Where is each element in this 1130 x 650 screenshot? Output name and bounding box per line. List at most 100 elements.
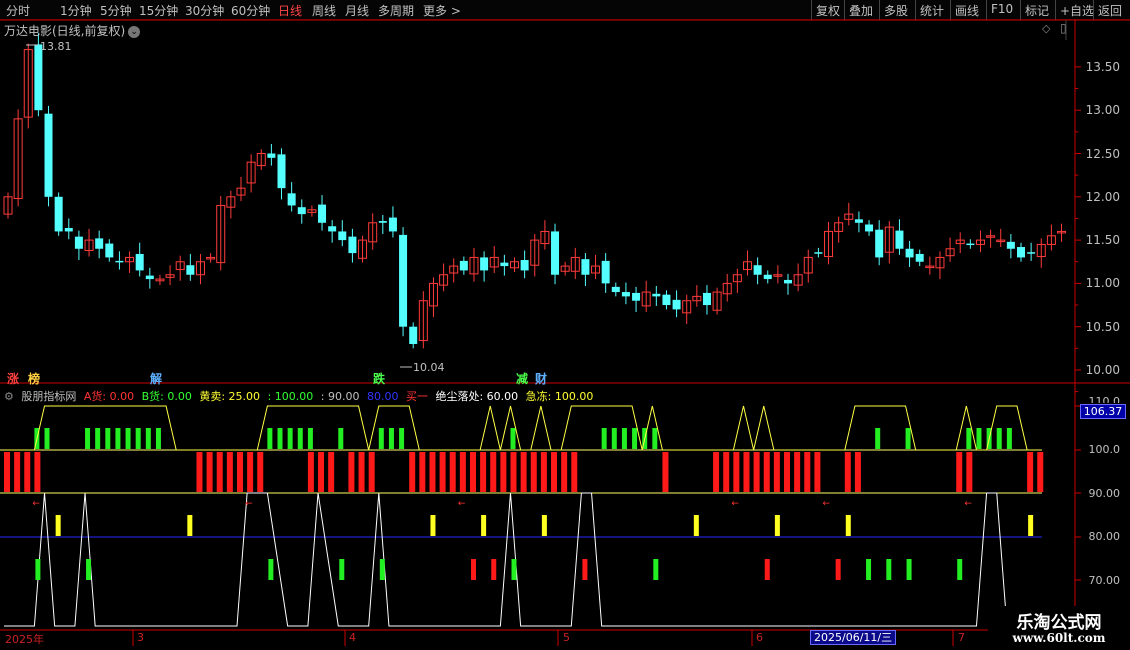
event-badge-unlock[interactable]: 解 xyxy=(150,370,162,387)
green-signal-bar xyxy=(652,428,658,449)
red-signal-bar xyxy=(247,452,254,492)
x-axis-label: 4 xyxy=(349,631,356,644)
candle-body-down xyxy=(409,326,418,345)
diamond-icon[interactable]: ◇ xyxy=(1042,22,1050,35)
red-signal-bar xyxy=(723,452,730,492)
green-signal-bar xyxy=(378,428,384,449)
green-signal-bar xyxy=(601,428,607,449)
candle-body-down xyxy=(702,292,711,306)
green-signal-bar xyxy=(145,428,151,449)
red-signal-bar xyxy=(409,452,416,492)
event-badge-list[interactable]: 榜 xyxy=(28,370,40,387)
event-badge-limit-up[interactable]: 涨 xyxy=(7,370,19,387)
candle-body-down xyxy=(459,260,468,271)
candle-body-down xyxy=(875,229,884,258)
candle-body-down xyxy=(652,293,661,297)
candle-body-down xyxy=(814,252,823,254)
legend-item: B货: 0.00 xyxy=(141,390,192,403)
green-signal-bar xyxy=(996,428,1002,449)
red-signal-bar xyxy=(490,452,497,492)
red-signal-bar xyxy=(196,452,203,492)
candle-body-down xyxy=(145,275,154,280)
candle-body-down xyxy=(135,253,144,271)
candle-body-down xyxy=(378,221,387,223)
red-signal-bar xyxy=(966,452,973,492)
green-signal-bar xyxy=(621,428,627,449)
candle-body-down xyxy=(480,257,489,271)
candle-body-down xyxy=(95,238,104,249)
candle-body-down xyxy=(915,253,924,262)
red-low-bar xyxy=(764,559,770,580)
green-signal-bar xyxy=(115,428,121,449)
buy-arrow-icon: ← xyxy=(823,499,831,509)
red-signal-bar xyxy=(713,452,720,492)
event-badge-drop[interactable]: 跌 xyxy=(373,370,385,387)
green-low-bar xyxy=(886,559,892,580)
candle-body-down xyxy=(1006,241,1015,249)
green-signal-bar xyxy=(510,428,516,449)
candle-body-down xyxy=(662,294,671,306)
event-badge-finance[interactable]: 财 xyxy=(535,370,547,387)
red-signal-bar xyxy=(773,452,780,492)
red-signal-bar xyxy=(733,452,740,492)
green-low-bar xyxy=(866,559,872,580)
green-signal-bar xyxy=(44,428,50,449)
candle-body-down xyxy=(1027,252,1036,254)
green-signal-bar xyxy=(966,428,972,449)
green-low-bar xyxy=(86,559,92,580)
indicator-axis-label: 80.00 xyxy=(1088,530,1121,543)
green-low-bar xyxy=(906,559,912,580)
candle-body-down xyxy=(348,236,357,254)
candle-body-down xyxy=(672,299,681,310)
red-signal-bar xyxy=(449,452,456,492)
green-signal-bar xyxy=(267,428,273,449)
candle-body-down xyxy=(632,292,641,301)
green-signal-bar xyxy=(85,428,91,449)
green-signal-bar xyxy=(338,428,344,449)
indicator-name[interactable]: 股朋指标网 xyxy=(21,390,76,403)
stock-chart-app: { "toolbar": { "periods": ["分时","1分钟","5… xyxy=(0,0,1130,650)
red-signal-bar xyxy=(1037,452,1044,492)
candle-body-down xyxy=(763,274,772,280)
green-low-bar xyxy=(511,559,517,580)
red-signal-bar xyxy=(571,452,578,492)
price-axis-label: 12.00 xyxy=(1085,190,1120,204)
red-signal-bar xyxy=(530,452,537,492)
green-signal-bar xyxy=(95,428,101,449)
panel-toggle-icon[interactable]: ▯ xyxy=(1060,21,1067,35)
red-signal-bar xyxy=(784,452,791,492)
candle-body-down xyxy=(784,279,793,284)
legend-item: : 90.00 xyxy=(320,390,360,403)
legend-item: 买一 xyxy=(405,390,428,403)
green-signal-bar xyxy=(105,428,111,449)
red-signal-bar xyxy=(358,452,365,492)
indicator-axis-label: 90.00 xyxy=(1088,487,1121,500)
candle-body-down xyxy=(865,224,874,232)
stock-title[interactable]: 万达电影(日线,前复权) ⌄ xyxy=(4,22,141,39)
chevron-down-icon[interactable]: ⌄ xyxy=(128,25,141,38)
red-signal-bar xyxy=(743,452,750,492)
candle-body-down xyxy=(74,236,83,249)
red-signal-bar xyxy=(540,452,547,492)
legend-item: : 100.00 xyxy=(267,390,314,403)
candle-body-down xyxy=(551,231,560,275)
settings-icon[interactable]: ⚙ xyxy=(4,390,14,403)
event-badge-reduce[interactable]: 减 xyxy=(516,370,528,387)
candle-body-down xyxy=(34,44,43,111)
candle-body-down xyxy=(105,243,114,258)
red-signal-bar xyxy=(844,452,851,492)
candle-body-down xyxy=(328,226,337,232)
chart-canvas[interactable]: ← ← ← ← ← ← 13.81 10.04 xyxy=(0,0,1130,650)
watermark-url: www.60lt.com xyxy=(1012,631,1106,645)
red-signal-bar xyxy=(469,452,476,492)
x-axis-label: 3 xyxy=(137,631,144,644)
green-low-bar xyxy=(653,559,659,580)
x-axis-label: 2025年 xyxy=(5,633,44,646)
price-axis-label: 12.50 xyxy=(1085,147,1120,161)
green-signal-bar xyxy=(399,428,405,449)
yellow-signal-bar xyxy=(845,515,851,536)
red-signal-bar xyxy=(328,452,335,492)
price-axis-label: 10.50 xyxy=(1085,320,1120,334)
candle-body-down xyxy=(297,207,306,215)
yellow-signal-bar xyxy=(541,515,547,536)
